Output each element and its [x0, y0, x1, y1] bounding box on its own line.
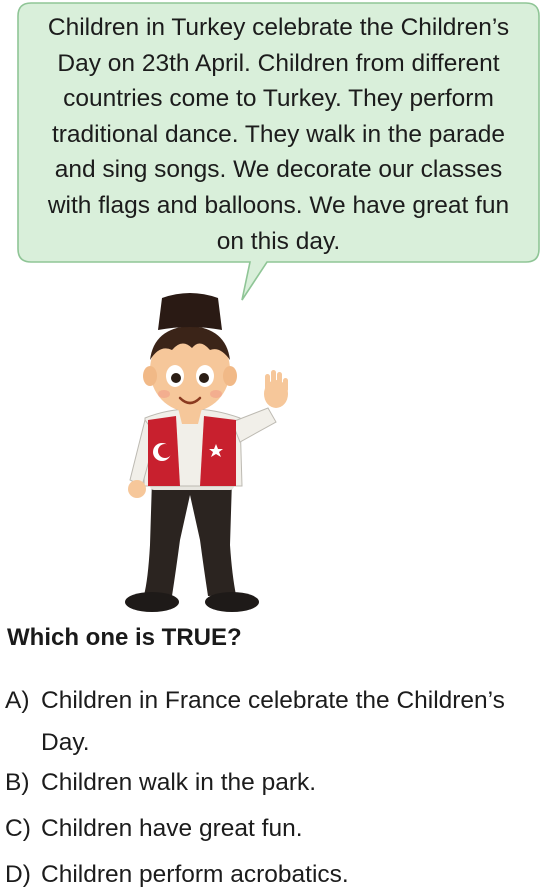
option-a[interactable]: A) Children in France celebrate the Child…	[5, 680, 550, 722]
option-c[interactable]: C) Children have great fun.	[5, 808, 550, 850]
left-hand	[128, 480, 146, 498]
passage-line: traditional dance. They walk in the para…	[51, 120, 506, 148]
passage-text: Children in Turkey celebrate the Childre…	[23, 10, 534, 259]
passage-line: Day on 23th April. Children from differe…	[57, 49, 500, 77]
right-ear	[223, 366, 237, 386]
fez-hat	[158, 293, 222, 330]
passage-line: Children in Turkey celebrate the Childre…	[47, 14, 510, 41]
option-b[interactable]: B) Children walk in the park.	[5, 762, 550, 804]
passage-line: countries come to Turkey. They perform	[63, 85, 494, 113]
option-text: Children perform acrobatics.	[41, 861, 349, 888]
option-text: Children have great fun.	[41, 815, 303, 842]
option-letter: C)	[5, 815, 31, 842]
option-letter: A)	[5, 687, 30, 714]
passage-line: on this day.	[216, 227, 341, 255]
trousers	[144, 480, 236, 596]
passage-line: with flags and balloons. We have great f…	[47, 191, 510, 219]
option-letter: B)	[5, 769, 30, 796]
left-ear	[143, 366, 157, 386]
right-shoe	[205, 592, 259, 612]
option-d[interactable]: D) Children perform acrobatics.	[5, 854, 550, 896]
left-shoe	[125, 592, 179, 612]
right-sleeve	[231, 407, 277, 443]
option-text: Children in France celebrate the Childre…	[41, 687, 505, 714]
option-text: Children walk in the park.	[41, 769, 317, 796]
speech-bubble: Children in Turkey celebrate the Childre…	[17, 2, 540, 301]
waving-hand	[264, 370, 288, 408]
option-a-continuation: Day.	[41, 729, 90, 756]
question-text: Which one is TRUE?	[7, 624, 242, 651]
passage-line: and sing songs. We decorate our classes	[54, 156, 503, 184]
option-letter: D)	[5, 861, 31, 888]
boy-illustration	[125, 293, 288, 612]
